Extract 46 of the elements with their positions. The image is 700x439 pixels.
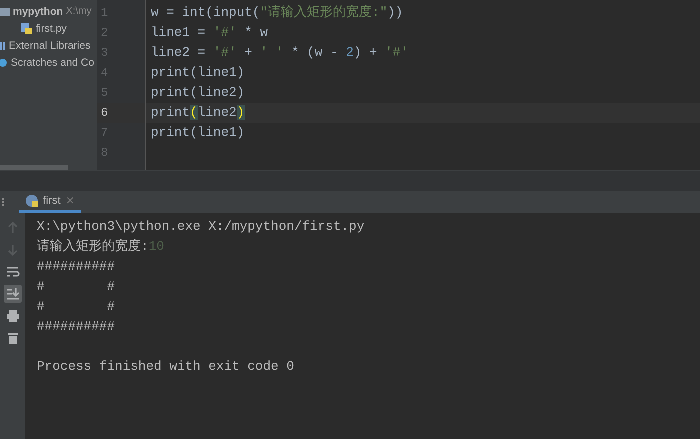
scratches-icon [0,57,8,68]
code-text: print(line1) [151,124,245,140]
matched-brace: ( [190,105,198,120]
string-literal: "请输入矩形的宽度:" [260,5,388,20]
tree-label: Scratches and Co [11,56,94,68]
code-text: print [151,104,190,120]
exit-message: Process finished with exit code 0 [37,359,294,374]
code-text: ) + [354,44,378,60]
string-literal: ' ' [260,45,284,60]
tree-label: mypython [13,6,64,18]
console-text: # # [37,279,116,294]
code-text: * w [244,24,268,40]
matched-brace: ) [236,105,245,120]
code-text: print(line2) [151,84,245,100]
code-text: line2 = [151,44,207,60]
console-text: ########## [37,319,116,334]
scrollbar[interactable] [0,165,68,170]
project-path: X:\my [66,6,92,17]
libraries-icon [0,40,6,50]
tree-label: first.py [36,22,67,34]
python-run-icon [25,194,38,208]
tree-label: External Libraries [9,40,91,52]
panel-handle[interactable] [2,198,7,206]
tree-item[interactable]: first.py [0,20,97,37]
tree-item[interactable]: Scratches and Co [0,54,97,71]
code-text: print(line1) [151,64,245,80]
number-literal: 2 [346,45,354,60]
code-text: line1 = [151,24,207,40]
run-tab[interactable]: first × [19,191,81,213]
tree-item[interactable]: mypython X:\my [0,3,97,20]
console-text: 请输入矩形的宽度: [37,239,149,254]
code-text: w = int(input( [151,4,260,20]
string-literal: '#' [213,25,237,40]
code-text: * (w - [290,44,340,60]
scroll-to-end-icon[interactable] [4,285,22,303]
string-literal: '#' [213,45,237,60]
string-literal: '#' [385,45,408,60]
folder-icon [0,6,10,16]
tree-item[interactable]: External Libraries [0,37,97,54]
python-file-icon [20,22,33,35]
code-text: )) [388,4,404,20]
console-text: X:\python3\python.exe X:/mypython/first.py [37,219,365,234]
code-text: + [244,44,254,60]
console-text: ########## [37,259,116,274]
code-text: line2 [198,104,237,120]
console-text: # # [37,299,116,314]
